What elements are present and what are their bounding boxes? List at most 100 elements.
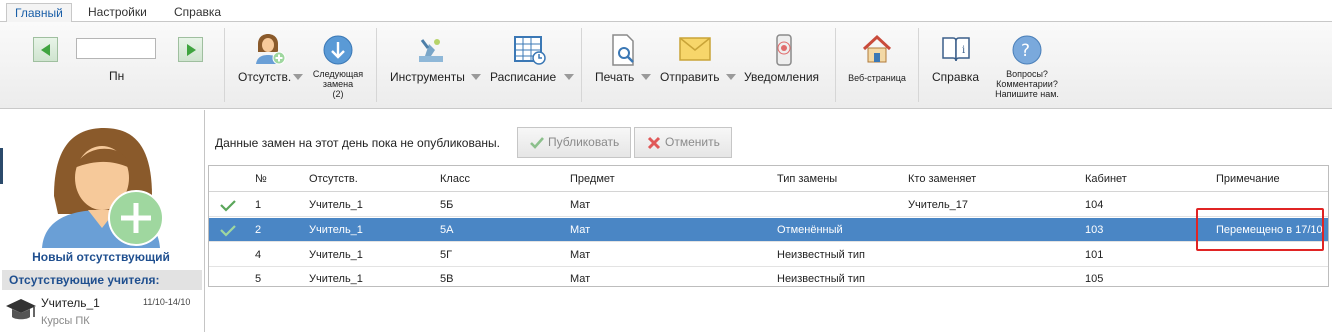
col-number[interactable]: №: [255, 166, 267, 192]
ribbon-separator: [224, 28, 225, 102]
question-icon[interactable]: ?: [1011, 34, 1043, 66]
cell-absent: Учитель_1: [309, 224, 363, 236]
col-substitute[interactable]: Кто заменяет: [908, 166, 976, 192]
send-button-label[interactable]: Отправить: [660, 70, 720, 84]
cell-absent: Учитель_1: [309, 199, 363, 211]
cell-subject: Мат: [570, 199, 591, 211]
cell-class: 5Б: [440, 199, 454, 211]
schedule-button-label[interactable]: Расписание: [490, 70, 556, 84]
col-class[interactable]: Класс: [440, 166, 470, 192]
table-row[interactable]: 4 Учитель_1 5Г Мат Неизвестный тип 101: [209, 243, 1328, 267]
highlight-annotation-box: [1196, 208, 1324, 251]
notifications-button-label[interactable]: Уведомления: [744, 70, 819, 84]
next-day-button[interactable]: [178, 37, 203, 62]
tab-main[interactable]: Главный: [6, 3, 72, 23]
ribbon-separator: [918, 28, 919, 102]
absent-teacher-reason: Курсы ПК: [41, 315, 90, 327]
schedule-dropdown-caret[interactable]: [564, 74, 574, 80]
schedule-icon[interactable]: [513, 34, 547, 66]
day-label: Пн: [109, 69, 125, 83]
cell-substitute: Учитель_17: [908, 199, 969, 211]
tools-icon[interactable]: [415, 34, 447, 66]
cell-subject: Мат: [570, 249, 591, 261]
print-dropdown-caret[interactable]: [641, 74, 651, 80]
cross-icon: [647, 136, 661, 150]
col-subject[interactable]: Предмет: [570, 166, 615, 192]
tools-dropdown-caret[interactable]: [471, 74, 481, 80]
cell-class: 5А: [440, 224, 454, 236]
cell-number: 5: [255, 273, 262, 285]
tab-bar: Главный Настройки Справка: [0, 0, 1332, 23]
send-dropdown-caret[interactable]: [726, 74, 736, 80]
cell-absent: Учитель_1: [309, 249, 363, 261]
left-panel: Новый отсутствующий Отсутствующие учител…: [0, 110, 205, 332]
ribbon-separator: [581, 28, 582, 102]
cell-sub-type: Неизвестный тип: [777, 249, 865, 261]
cancel-button[interactable]: Отменить: [634, 127, 732, 158]
cell-room: 103: [1085, 224, 1104, 236]
tools-button-label[interactable]: Инструменты: [390, 70, 465, 84]
day-input[interactable]: [76, 38, 156, 59]
ribbon-separator: [835, 28, 836, 102]
questions-label[interactable]: Вопросы? Комментарии? Напишите нам.: [985, 69, 1069, 99]
cell-sub-type: Неизвестный тип: [777, 273, 865, 285]
table-header: № Отсутств. Класс Предмет Тип замены Кто…: [209, 166, 1328, 192]
tab-settings[interactable]: Настройки: [80, 3, 155, 23]
cell-sub-type: Отменённый: [777, 224, 843, 236]
check-icon: [220, 200, 236, 212]
cell-number: 4: [255, 249, 262, 261]
graduation-cap-icon: [6, 299, 36, 320]
arrow-left-icon: [41, 44, 50, 56]
tab-help[interactable]: Справка: [166, 3, 229, 23]
check-icon: [530, 137, 544, 149]
col-sub-type[interactable]: Тип замены: [777, 166, 837, 192]
absence-dropdown-caret[interactable]: [293, 74, 303, 80]
table-row[interactable]: 1 Учитель_1 5Б Мат Учитель_17 104: [209, 193, 1328, 217]
check-icon: [220, 225, 236, 237]
unpublished-message: Данные замен на этот день пока не опубли…: [215, 136, 500, 150]
substitutions-table: № Отсутств. Класс Предмет Тип замены Кто…: [208, 165, 1329, 287]
next-substitution-icon[interactable]: [322, 34, 354, 66]
help-button-label[interactable]: Справка: [932, 70, 979, 84]
cell-room: 105: [1085, 273, 1104, 285]
web-page-label[interactable]: Веб-страница: [840, 73, 914, 83]
cell-subject: Мат: [570, 273, 591, 285]
col-absent[interactable]: Отсутств.: [309, 166, 358, 192]
table-row[interactable]: 5 Учитель_1 5В Мат Неизвестный тип 105: [209, 267, 1328, 291]
cell-number: 1: [255, 199, 262, 211]
absence-button-label[interactable]: Отсутств.: [238, 70, 291, 84]
ribbon-separator: [376, 28, 377, 102]
svg-text:i: i: [962, 45, 965, 56]
cell-class: 5В: [440, 273, 454, 285]
next-substitution-label[interactable]: Следующая замена (2): [305, 69, 371, 99]
col-note[interactable]: Примечание: [1216, 166, 1280, 192]
publish-info-bar: Данные замен на этот день пока не опубли…: [208, 110, 1332, 165]
cell-room: 101: [1085, 249, 1104, 261]
cell-subject: Мат: [570, 224, 591, 236]
cell-number: 2: [255, 224, 262, 236]
web-page-icon[interactable]: [861, 33, 893, 65]
cell-room: 104: [1085, 199, 1104, 211]
mobile-notification-icon[interactable]: [774, 33, 794, 67]
absent-teacher-name[interactable]: Учитель_1: [41, 296, 100, 310]
svg-text:?: ?: [1021, 41, 1030, 61]
cell-absent: Учитель_1: [309, 273, 363, 285]
print-button-label[interactable]: Печать: [595, 70, 634, 84]
cell-class: 5Г: [440, 249, 453, 261]
absent-teachers-header: Отсутствующие учителя:: [2, 270, 202, 290]
new-absent-label[interactable]: Новый отсутствующий: [0, 250, 202, 264]
ribbon-toolbar: Пн Отсутств. Следующая замена (2) Инстру…: [0, 22, 1332, 109]
absent-teacher-dates: 11/10-14/10: [143, 297, 191, 307]
panel-edge-marker: [0, 148, 3, 184]
publish-button[interactable]: Публиковать: [517, 127, 631, 158]
new-absent-avatar-icon[interactable]: [38, 124, 166, 248]
print-preview-icon[interactable]: [608, 33, 638, 67]
cancel-button-label: Отменить: [665, 135, 720, 149]
table-row-selected[interactable]: 2 Учитель_1 5А Мат Отменённый 103 Переме…: [209, 218, 1328, 242]
col-room[interactable]: Кабинет: [1085, 166, 1127, 192]
add-absence-icon[interactable]: [252, 32, 286, 66]
help-book-icon[interactable]: i: [940, 34, 972, 64]
arrow-right-icon: [187, 44, 196, 56]
send-mail-icon[interactable]: [678, 36, 712, 62]
prev-day-button[interactable]: [33, 37, 58, 62]
